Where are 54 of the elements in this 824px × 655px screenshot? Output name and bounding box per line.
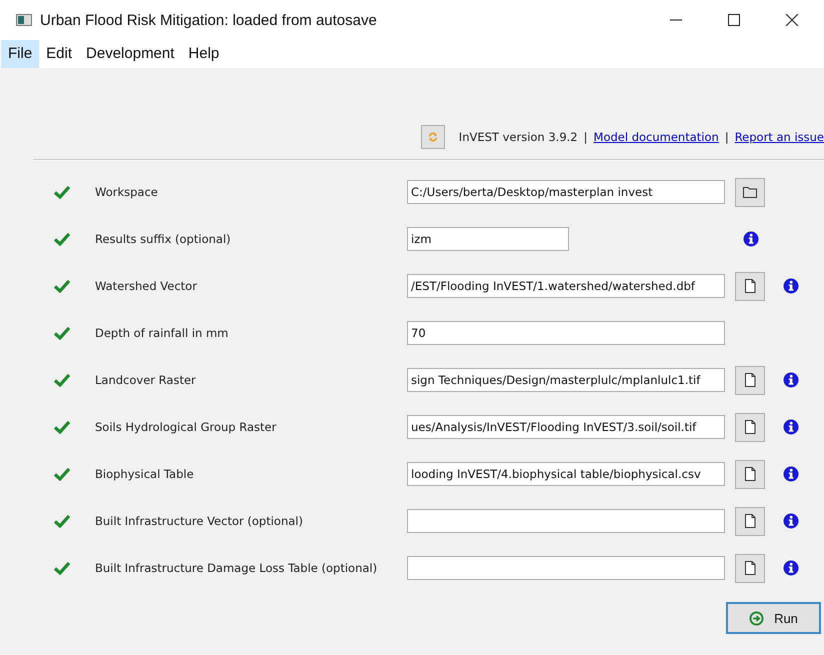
field-label: Watershed Vector [95,279,198,293]
field-label: Built Infrastructure Damage Loss Table (optional) [95,561,378,575]
browse-file-button[interactable] [735,460,765,488]
info-icon[interactable] [783,513,799,529]
window-title: Urban Flood Risk Mitigation: loaded from autosave [40,12,378,28]
info-icon[interactable] [783,372,799,388]
input-field[interactable]: sign Techniques/Design/masterplulc/mplanlulc1.tif [407,368,725,392]
version-text: InVEST version 3.9.2 [458,130,578,144]
menu-item[interactable]: Development [79,40,182,68]
input-field[interactable]: izm [407,227,569,251]
file-icon [742,419,758,435]
folder-icon [742,184,758,200]
info-icon[interactable] [783,278,799,294]
info-icon[interactable] [783,560,799,576]
close-icon[interactable] [786,14,798,26]
menu-item[interactable]: Help [181,40,226,68]
separator-text: | [724,130,729,144]
field-label: Workspace [95,185,159,199]
file-icon [742,372,758,388]
documentation-link[interactable]: Model documentation [594,130,719,144]
report-issue-link[interactable]: Report an issue [734,130,824,144]
separator-text: | [584,130,588,144]
menu-item[interactable]: Edit [39,40,80,68]
input-field[interactable]: /EST/Flooding InVEST/1.watershed/watershed.dbf [407,274,725,298]
field-label: Results suffix (optional) [95,232,232,246]
arrow-circle-icon [749,610,764,626]
browse-file-button[interactable] [735,554,765,582]
input-field[interactable] [407,509,725,533]
maximize-icon[interactable] [728,14,740,26]
input-field[interactable]: ues/Analysis/InVEST/Flooding InVEST/3.soil/soil.tif [407,415,725,439]
app-icon [16,14,32,26]
info-icon[interactable] [783,419,799,435]
menu-item[interactable]: File [1,40,40,68]
field-label: Biophysical Table [95,467,195,481]
input-field[interactable]: C:/Users/berta/Desktop/masterplan invest [407,180,725,204]
browse-file-button[interactable] [735,412,765,442]
field-label: Depth of rainfall in mm [95,326,230,340]
file-icon [742,560,758,576]
field-label: Soils Hydrological Group Raster [95,420,278,434]
input-field[interactable]: 70 [407,321,725,345]
file-icon [742,466,758,482]
file-icon [742,513,758,529]
field-label: Landcover Raster [95,373,197,387]
input-field[interactable] [407,556,725,580]
run-button[interactable]: Run [726,602,821,634]
browse-file-button[interactable] [735,366,765,394]
browse-file-button[interactable] [735,506,765,536]
browse-folder-button[interactable] [735,178,765,206]
field-label: Built Infrastructure Vector (optional) [95,514,304,528]
browse-file-button[interactable] [735,272,765,300]
input-field[interactable]: looding InVEST/4.biophysical table/biophysical.csv [407,462,725,486]
info-icon[interactable] [783,466,799,482]
info-icon[interactable] [743,231,759,247]
file-icon [742,278,758,294]
